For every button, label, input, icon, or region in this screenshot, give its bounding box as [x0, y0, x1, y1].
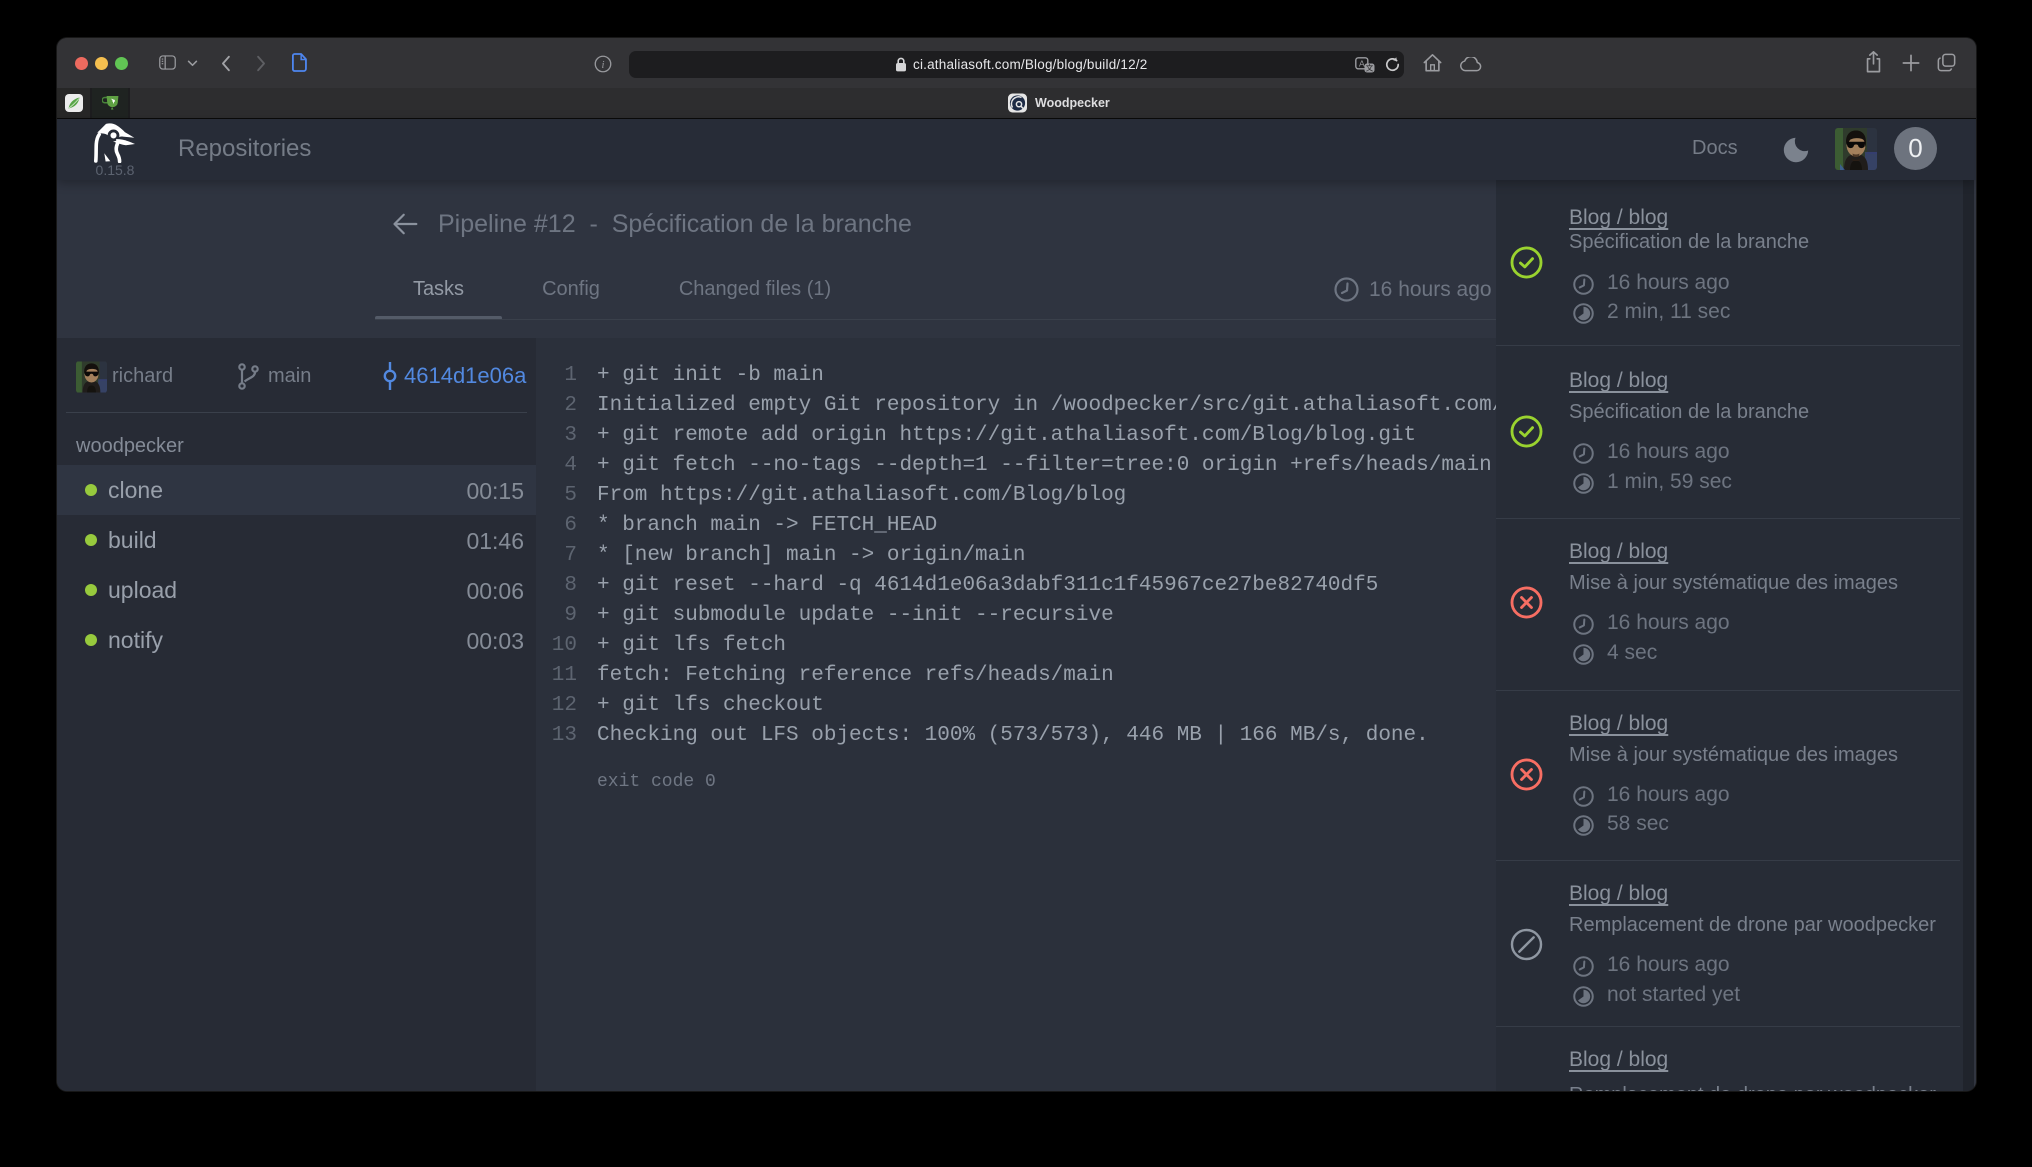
svg-text:i: i	[602, 59, 605, 71]
svg-text:文: 文	[1366, 63, 1374, 73]
svg-text:A: A	[1359, 59, 1365, 69]
